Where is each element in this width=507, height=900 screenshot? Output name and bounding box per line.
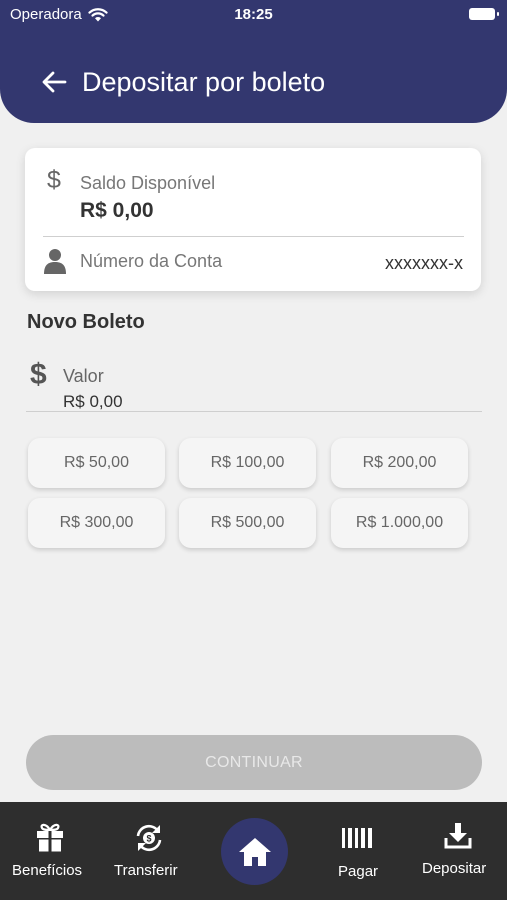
transfer-icon: $ [136,824,162,852]
status-time: 18:25 [234,6,273,23]
tab-home[interactable] [221,818,288,885]
card-divider [43,236,464,237]
account-number-value: xxxxxxx-x [385,253,463,273]
back-arrow-icon[interactable] [38,66,70,98]
battery-icon [469,8,499,20]
home-icon [238,837,271,866]
tab-label: Benefícios [12,862,83,879]
status-bar: Operadora 18:25 [0,0,507,30]
svg-text:$: $ [146,834,151,844]
tab-transferir[interactable]: $ Transferir [108,802,190,900]
value-underline [26,411,482,412]
tab-label: Depositar [422,860,487,877]
section-title: Novo Boleto [27,311,145,333]
value-input[interactable] [63,392,463,412]
header-bar: Operadora 18:25 Depositar por boleto [0,0,507,123]
barcode-icon [342,828,372,848]
amount-option-50[interactable]: R$ 50,00 [28,438,165,488]
balance-label: Saldo Disponível [80,173,216,193]
tab-beneficios[interactable]: Benefícios [6,802,94,900]
amount-option-200[interactable]: R$ 200,00 [331,438,468,488]
amount-option-1000[interactable]: R$ 1.000,00 [331,498,468,548]
download-icon [444,823,472,849]
page-title: Depositar por boleto [82,67,326,97]
dollar-icon: $ [47,166,61,194]
dollar-icon: $ [30,358,47,391]
tab-depositar[interactable]: Depositar [416,802,501,900]
tab-label: Transferir [114,862,178,879]
account-card: $ Saldo Disponível R$ 0,00 Número da Con… [25,148,481,291]
balance-value: R$ 0,00 [80,199,154,222]
user-icon [44,249,66,274]
tab-pagar[interactable]: Pagar [322,802,394,900]
value-label: Valor [63,366,104,386]
tab-label: Pagar [338,863,379,880]
continue-button[interactable]: CONTINUAR [26,735,482,790]
gift-icon [37,823,63,852]
amount-option-100[interactable]: R$ 100,00 [179,438,316,488]
amount-option-300[interactable]: R$ 300,00 [28,498,165,548]
amount-option-500[interactable]: R$ 500,00 [179,498,316,548]
account-number-label: Número da Conta [80,251,223,271]
